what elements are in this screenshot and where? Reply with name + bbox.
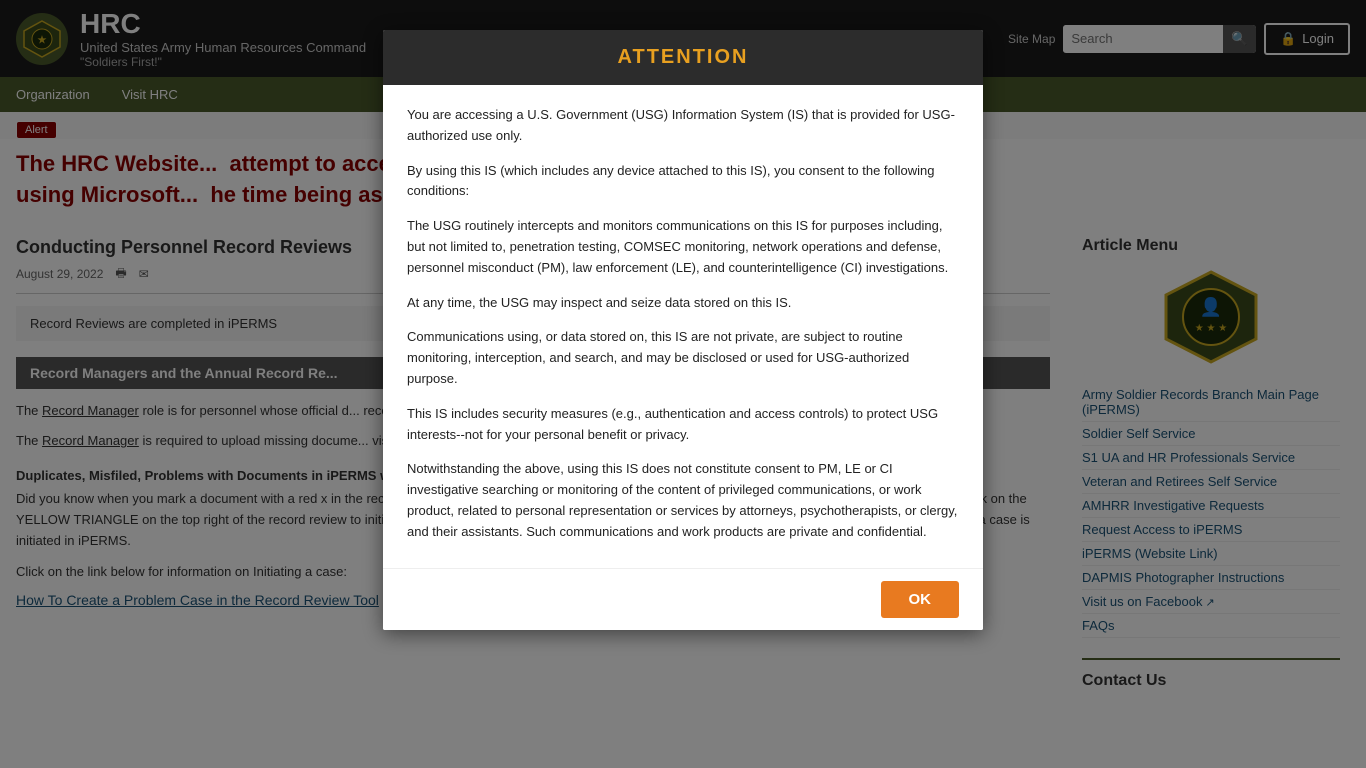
modal-para-7: Notwithstanding the above, using this IS… [407,459,959,542]
ok-button[interactable]: OK [881,581,960,618]
modal-para-2: By using this IS (which includes any dev… [407,161,959,203]
modal-para-1: You are accessing a U.S. Government (USG… [407,105,959,147]
modal-para-6: This IS includes security measures (e.g.… [407,404,959,446]
attention-modal: ATTENTION You are accessing a U.S. Gover… [383,30,983,630]
modal-body: You are accessing a U.S. Government (USG… [383,85,983,568]
modal-para-4: At any time, the USG may inspect and sei… [407,293,959,314]
modal-footer: OK [383,568,983,630]
modal-overlay: ATTENTION You are accessing a U.S. Gover… [0,0,1366,768]
modal-header: ATTENTION [383,30,983,85]
modal-para-5: Communications using, or data stored on,… [407,327,959,389]
modal-para-3: The USG routinely intercepts and monitor… [407,216,959,278]
